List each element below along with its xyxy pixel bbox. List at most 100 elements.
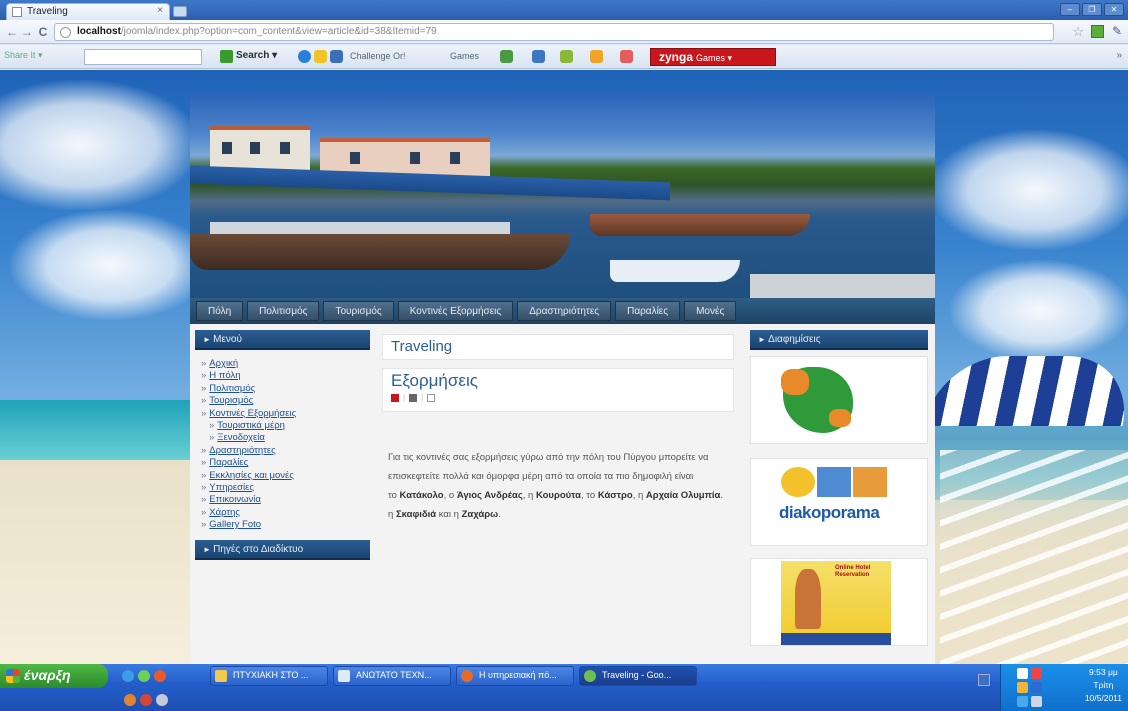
place-name: Κατάκολο xyxy=(399,490,444,501)
beach-chairs-decoration xyxy=(940,450,1128,664)
mail-icon[interactable] xyxy=(620,50,633,63)
sidebar-menu-item[interactable]: Gallery Foto xyxy=(201,519,370,531)
reload-icon[interactable]: C xyxy=(35,24,51,40)
update-icon[interactable] xyxy=(1017,682,1028,693)
back-arrow-icon[interactable]: ← xyxy=(4,24,20,40)
challenge-link[interactable]: Challenge Or! xyxy=(350,51,406,61)
region-map-image xyxy=(829,409,851,427)
taskbar-item-active[interactable]: Traveling - Goo... xyxy=(579,666,697,686)
page-viewport[interactable]: Πόλη Πολιτισμός Τουρισμός Κοντινές Εξορμ… xyxy=(0,70,1128,664)
taskbar-item[interactable]: ΑΝΩΤΑΤΟ ΤΕΧΝ... xyxy=(333,666,451,686)
sidebar-menu-item[interactable]: Πολιτισμός xyxy=(201,383,370,395)
page-menu-icon[interactable] xyxy=(1091,25,1104,38)
region-map-image xyxy=(781,369,809,395)
nav-item-poli[interactable]: Πόλη xyxy=(196,301,244,321)
sidebar-menu-item[interactable]: Χάρτης xyxy=(201,507,370,519)
sidebar-menu-item[interactable]: Κοντινές Εξορμήσεις xyxy=(201,408,370,420)
sidebar-menu-item[interactable]: Επικοινωνία xyxy=(201,494,370,506)
sidebar-menu-item[interactable]: Ξενοδοχεία xyxy=(201,432,370,444)
nav-item-politismos[interactable]: Πολιτισμός xyxy=(247,301,320,321)
taskbar-item[interactable]: Η υπηρεσιακή πό... xyxy=(456,666,574,686)
new-tab-button[interactable] xyxy=(173,6,187,17)
nav-item-tourismos[interactable]: Τουρισμός xyxy=(323,301,394,321)
chrome-icon xyxy=(584,670,596,682)
network-icon[interactable] xyxy=(1017,668,1028,679)
show-desktop-icon[interactable] xyxy=(978,674,990,686)
taskbar-item-label: ΑΝΩΤΑΤΟ ΤΕΧΝ... xyxy=(356,670,432,680)
toolbar-overflow-icon[interactable]: » xyxy=(1116,50,1122,61)
toolbar-search-label: Search ▾ xyxy=(236,50,278,61)
nav-item-paralies[interactable]: Παραλίες xyxy=(615,301,681,321)
wrench-icon[interactable]: ✎ xyxy=(1112,24,1122,38)
forward-arrow-icon[interactable]: → xyxy=(19,24,35,40)
quicklaunch-app-icon[interactable] xyxy=(124,694,136,706)
tab-close-icon[interactable]: × xyxy=(157,5,163,16)
maximize-button[interactable]: ❐ xyxy=(1082,3,1102,16)
quicklaunch-app-icon[interactable] xyxy=(156,694,168,706)
address-bar[interactable]: localhost/joomla/index.php?option=com_co… xyxy=(54,23,1054,41)
article-text: . xyxy=(720,490,724,501)
left-sidebar: Μενού ΑρχικήΗ πόληΠολιτισμόςΤουρισμόςΚον… xyxy=(195,330,370,664)
bookmark-star-icon[interactable]: ☆ xyxy=(1072,24,1084,40)
web-sources-module-title[interactable]: Πηγές στο Διαδίκτυο xyxy=(195,539,370,560)
zynga-games-button[interactable]: zynga Games ▾ xyxy=(650,48,776,66)
quicklaunch-firefox-icon[interactable] xyxy=(154,670,166,682)
volume-icon[interactable] xyxy=(1017,696,1028,707)
print-icon[interactable] xyxy=(409,393,418,402)
start-button[interactable]: έναρξη xyxy=(0,664,108,688)
article-text: και η xyxy=(436,509,462,520)
quicklaunch-ie-icon[interactable] xyxy=(122,670,134,682)
ad-map-banner[interactable] xyxy=(750,356,928,444)
toolbar-search-button[interactable]: Search ▾ xyxy=(218,49,281,65)
sidebar-menu-item[interactable]: Τουρισμός xyxy=(201,395,370,407)
photo-icon[interactable] xyxy=(330,50,343,63)
sidebar-menu-item[interactable]: Παραλίες xyxy=(201,457,370,469)
games-link[interactable]: Games xyxy=(450,51,479,61)
window xyxy=(280,142,290,154)
harbor-banner-image xyxy=(190,94,935,299)
banner-boat xyxy=(610,260,740,282)
site-container: Πόλη Πολιτισμός Τουρισμός Κοντινές Εξορμ… xyxy=(190,94,935,664)
folder-icon xyxy=(215,670,227,682)
sidebar-menu-item[interactable]: Υπηρεσίες xyxy=(201,482,370,494)
minimize-button[interactable]: – xyxy=(1060,3,1080,16)
chat-icon[interactable] xyxy=(560,50,573,63)
sidebar-menu-item[interactable]: Η πόλη xyxy=(201,370,370,382)
tab-title: Traveling xyxy=(27,6,68,17)
right-sidebar: Διαφημίσεις diakoporama Online Hotel Res… xyxy=(750,330,928,664)
sidebar-menu-item[interactable]: Εκκλησίες και μονές xyxy=(201,470,370,482)
ad-hotel-banner[interactable]: Online Hotel Reservation xyxy=(750,558,928,646)
ad-diakoporama-banner[interactable]: diakoporama xyxy=(750,458,928,546)
globe-icon[interactable] xyxy=(298,50,311,63)
clock-day: Τρίτη xyxy=(1093,680,1114,690)
email-icon[interactable] xyxy=(427,393,436,402)
bluetooth-icon[interactable] xyxy=(1031,682,1042,693)
pdf-icon[interactable] xyxy=(391,393,399,402)
share-it-button[interactable]: Share It ▾ xyxy=(4,50,43,61)
sidebar-menu-item[interactable]: Αρχική xyxy=(201,358,370,370)
sidebar-menu-item[interactable]: Δραστηριότητες xyxy=(201,445,370,457)
nav-item-drastiriotites[interactable]: Δραστηριότητες xyxy=(517,301,612,321)
star-icon[interactable] xyxy=(314,50,327,63)
article-text: , η xyxy=(522,490,536,501)
article-text: , το xyxy=(580,490,598,501)
toolbar-search-input[interactable] xyxy=(84,49,202,65)
sidebar-menu-item[interactable]: Τουριστικά μέρη xyxy=(201,420,370,432)
search-logo-icon xyxy=(220,50,233,63)
close-window-button[interactable]: ✕ xyxy=(1104,3,1124,16)
clock[interactable]: 9:53 μμ Τρίτη 10/5/2011 xyxy=(1085,666,1122,705)
language-icon[interactable] xyxy=(1031,696,1042,707)
banner-boat xyxy=(190,234,570,270)
taskbar-item[interactable]: ΠΤΥΧΙΑΚΗ ΣΤΟ ... xyxy=(210,666,328,686)
weather-icon[interactable] xyxy=(590,50,603,63)
game-icon[interactable] xyxy=(500,50,513,63)
antivirus-icon[interactable] xyxy=(1031,668,1042,679)
page-info-icon xyxy=(60,27,71,38)
app-icon[interactable] xyxy=(532,50,545,63)
quicklaunch-chrome-icon[interactable] xyxy=(140,694,152,706)
start-label: έναρξη xyxy=(24,667,71,683)
quicklaunch-app-icon[interactable] xyxy=(138,670,150,682)
nav-item-exormiseis[interactable]: Κοντινές Εξορμήσεις xyxy=(397,301,514,321)
browser-tab[interactable]: Traveling × xyxy=(6,3,170,20)
nav-item-mones[interactable]: Μονές xyxy=(684,301,737,321)
